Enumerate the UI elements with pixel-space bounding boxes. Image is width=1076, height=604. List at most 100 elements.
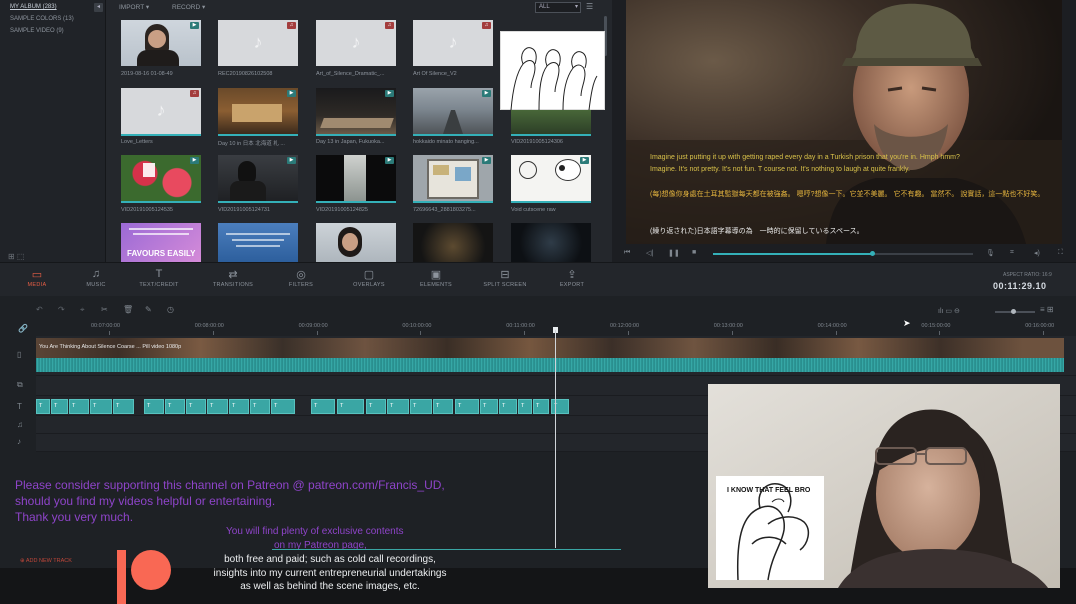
tab-elements[interactable]: ▣ ELEMENTS: [401, 268, 471, 288]
step-back-icon[interactable]: ◁|: [646, 249, 653, 257]
tab-export[interactable]: ⇪ EXPORT: [537, 268, 607, 288]
media-thumbnail[interactable]: [413, 223, 493, 262]
overlay-track-icon: ⧉: [17, 380, 23, 389]
preview-video-frame[interactable]: [626, 0, 1062, 244]
title-clip[interactable]: T: [433, 399, 453, 414]
title-clip[interactable]: T: [366, 399, 386, 414]
title-clip[interactable]: T: [113, 399, 134, 414]
skip-back-icon[interactable]: ⏮: [624, 249, 630, 257]
media-thumbnail[interactable]: ▶: [511, 155, 591, 201]
media-thumbnail[interactable]: ♪ ♫: [218, 20, 298, 66]
title-clip[interactable]: T: [499, 399, 517, 414]
media-label: Art Of Silence_V2: [413, 71, 457, 77]
list-view-icon[interactable]: ☰: [586, 2, 593, 11]
snapshot-icon[interactable]: ⌗: [1010, 249, 1014, 257]
title-clip[interactable]: T: [207, 399, 228, 414]
microphone-icon[interactable]: 🎙: [986, 249, 995, 257]
title-clip[interactable]: T: [271, 399, 295, 414]
playhead[interactable]: [555, 330, 556, 548]
filter-icon: ◎: [296, 269, 306, 281]
title-clip[interactable]: T: [186, 399, 206, 414]
pause-icon[interactable]: ❚❚: [668, 249, 680, 257]
stop-icon[interactable]: ■: [692, 249, 696, 256]
ruler-tick-mark: [316, 331, 318, 335]
fullscreen-icon[interactable]: ⛶: [1058, 249, 1063, 257]
media-thumbnail[interactable]: ▶: [121, 155, 201, 201]
title-clip[interactable]: T: [410, 399, 432, 414]
crop-icon[interactable]: ⌖: [80, 305, 85, 315]
media-thumbnail[interactable]: [316, 223, 396, 262]
media-thumbnail[interactable]: [511, 223, 591, 262]
patreon-support-message: Please consider supporting this channel …: [15, 477, 445, 525]
title-clip[interactable]: T: [51, 399, 68, 414]
title-clip[interactable]: T: [69, 399, 89, 414]
record-dropdown[interactable]: RECORD ▾: [172, 3, 205, 11]
title-clip[interactable]: T: [480, 399, 498, 414]
volume-icon[interactable]: ◂): [1034, 249, 1040, 257]
library-item-my-album[interactable]: MY ALBUM (283): [10, 4, 57, 10]
split-icon[interactable]: ✂: [101, 305, 108, 314]
ruler-tick-label: 00:12:00:00: [610, 323, 640, 329]
title-clip[interactable]: T: [551, 399, 569, 414]
title-clip[interactable]: T: [250, 399, 270, 414]
add-new-track-button[interactable]: ⊕ ADD NEW TRACK: [20, 558, 72, 564]
media-thumbnail[interactable]: FAVOURS EASILY: [121, 223, 201, 262]
title-clip[interactable]: T: [455, 399, 479, 414]
title-clip[interactable]: T: [533, 399, 549, 414]
add-folder-icon[interactable]: ⊞ ⬚: [8, 252, 24, 261]
video-badge-icon: ▶: [287, 157, 296, 164]
media-filter-select[interactable]: ALL ▾: [535, 2, 581, 13]
media-thumbnail[interactable]: ▶: [316, 155, 396, 201]
edit-icon[interactable]: ✎: [145, 305, 152, 314]
title-clip[interactable]: T: [90, 399, 112, 414]
title-clip[interactable]: T: [144, 399, 164, 414]
preview-scrubber-handle[interactable]: [869, 251, 875, 256]
delete-icon[interactable]: 🗑: [123, 305, 133, 314]
collapse-sidebar-button[interactable]: ◂: [94, 3, 103, 12]
media-thumbnail[interactable]: ♪ ♫: [413, 20, 493, 66]
tab-label: TEXT/CREDIT: [139, 282, 179, 288]
patreon-line: Please consider supporting this channel …: [15, 478, 445, 492]
tab-text-credit[interactable]: T TEXT/CREDIT: [124, 268, 194, 288]
ruler-tick-label: 00:08:00:00: [194, 323, 224, 329]
audio-waveform[interactable]: [36, 358, 1064, 372]
media-thumbnail[interactable]: [218, 223, 298, 262]
media-thumbnail[interactable]: ♪ ♫: [316, 20, 396, 66]
title-clip[interactable]: T: [311, 399, 335, 414]
audio-track-icon: ♪: [17, 437, 21, 446]
media-thumbnail[interactable]: ▶: [218, 88, 298, 134]
tab-filters[interactable]: ◎ FILTERS: [266, 268, 336, 288]
tab-music[interactable]: ♫ MUSIC: [61, 268, 131, 288]
title-clip[interactable]: T: [518, 399, 532, 414]
tab-split-screen[interactable]: ⊟ SPLIT SCREEN: [470, 268, 540, 288]
exclusive-line: You will find plenty of exclusive conten…: [226, 526, 404, 537]
library-item-sample-colors[interactable]: SAMPLE COLORS (13): [10, 16, 74, 22]
title-clip[interactable]: T: [36, 399, 50, 414]
title-clip[interactable]: T: [165, 399, 185, 414]
media-thumbnail[interactable]: ♪ ♫: [121, 88, 201, 134]
tab-label: MUSIC: [86, 282, 106, 288]
media-thumbnail[interactable]: ▶: [413, 88, 493, 134]
zoom-slider-handle[interactable]: [1011, 309, 1016, 314]
import-dropdown[interactable]: IMPORT ▾: [119, 3, 149, 11]
zoom-in-icon[interactable]: ≡ ⊞: [1040, 305, 1054, 314]
video-badge-icon: ▶: [385, 157, 394, 164]
video-clip[interactable]: [36, 338, 1064, 358]
tab-overlays[interactable]: ▢ OVERLAYS: [334, 268, 404, 288]
media-thumbnail[interactable]: ▶: [413, 155, 493, 201]
video-badge-icon: ▶: [385, 90, 394, 97]
undo-icon[interactable]: ↶: [36, 305, 43, 314]
video-badge-icon: ▶: [287, 90, 296, 97]
media-thumbnail[interactable]: [511, 108, 591, 134]
media-thumbnail[interactable]: ▶: [121, 20, 201, 66]
link-icon[interactable]: 🔗: [18, 324, 28, 333]
library-item-sample-video[interactable]: SAMPLE VIDEO (9): [10, 28, 64, 34]
title-clip[interactable]: T: [337, 399, 364, 414]
title-clip[interactable]: T: [387, 399, 409, 414]
redo-icon[interactable]: ↷: [58, 305, 65, 314]
title-clip[interactable]: T: [229, 399, 249, 414]
speed-icon[interactable]: ◷: [167, 305, 174, 314]
media-thumbnail[interactable]: ▶: [218, 155, 298, 201]
media-thumbnail[interactable]: ▶: [316, 88, 396, 134]
tab-transitions[interactable]: ⇄ TRANSITIONS: [198, 268, 268, 288]
